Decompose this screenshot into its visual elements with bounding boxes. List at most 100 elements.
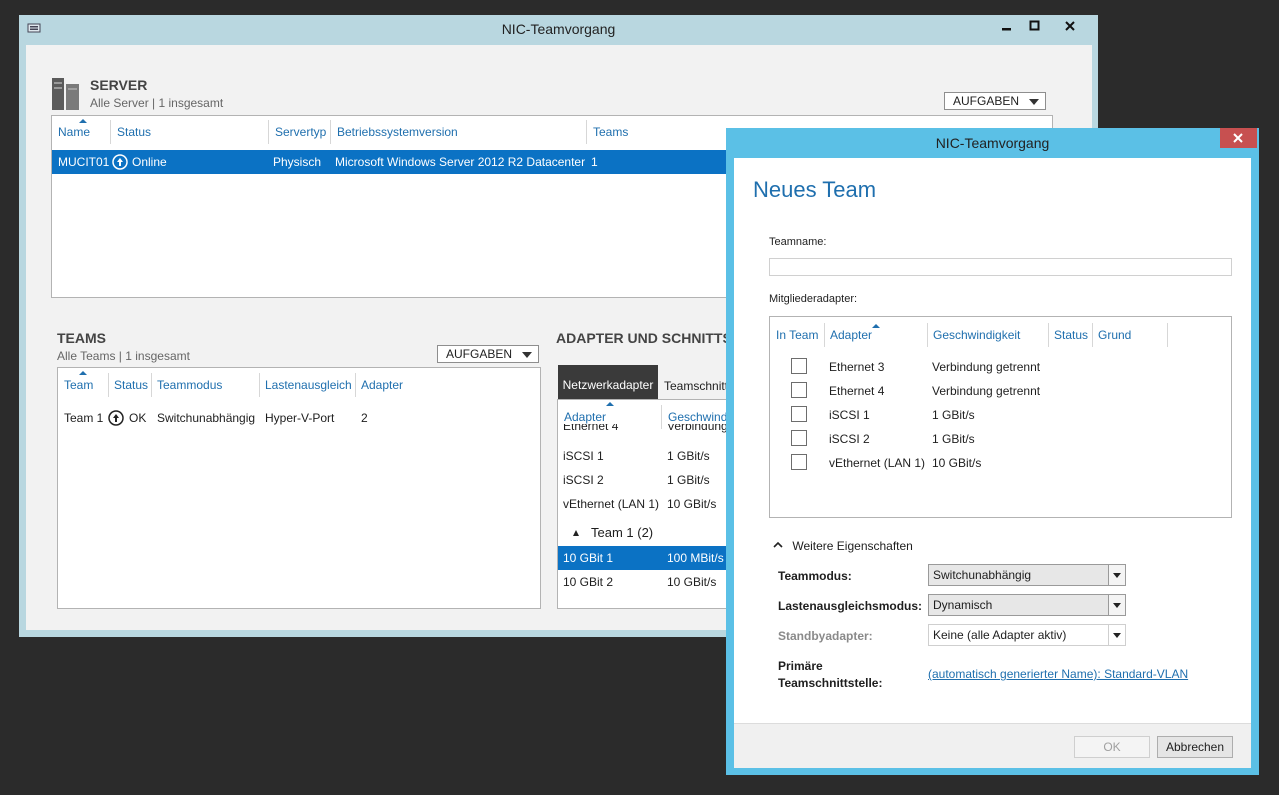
member-row[interactable]: vEthernet (LAN 1) 10 GBit/s — [770, 451, 1231, 475]
adapter-row[interactable]: iSCSI 2 1 GBit/s — [558, 470, 738, 490]
col-header-grund[interactable]: Grund — [1092, 323, 1169, 347]
adapter-name: vEthernet (LAN 1) — [563, 497, 660, 511]
member-row[interactable]: Ethernet 3 Verbindung getrennt — [770, 355, 1231, 379]
chevron-down-icon — [1108, 565, 1125, 585]
ok-status-icon — [108, 410, 124, 426]
standby-value: Keine (alle Adapter aktiv) — [933, 628, 1067, 642]
member-adapter: vEthernet (LAN 1) — [829, 456, 926, 470]
adapter-speed: 10 GBit/s — [667, 575, 717, 589]
col-header-adapter-name[interactable]: Adapter — [564, 410, 606, 424]
adapter-row[interactable]: Ethernet 4 Verbindung — [558, 424, 738, 436]
adapter-speed: Verbindung — [667, 424, 728, 433]
online-status-icon — [112, 154, 128, 170]
adapter-speed: 10 GBit/s — [667, 497, 717, 511]
chevron-down-icon — [1108, 625, 1125, 645]
col-header-os[interactable]: Betriebssystemversion — [330, 120, 458, 144]
col-header-lastenausgleich[interactable]: Lastenausgleich — [259, 373, 352, 397]
member-row[interactable]: iSCSI 2 1 GBit/s — [770, 427, 1231, 451]
member-speed: 10 GBit/s — [932, 456, 982, 470]
server-tasks-dropdown[interactable]: AUFGABEN — [944, 92, 1046, 110]
primary-interface-link[interactable]: (automatisch generierter Name): Standard… — [928, 667, 1188, 681]
dialog-footer: OK Abbrechen — [734, 723, 1251, 768]
server-heading: SERVER — [90, 77, 148, 93]
collapse-triangle-icon — [573, 530, 579, 536]
maximize-icon — [1029, 20, 1040, 31]
minimize-icon — [1002, 28, 1011, 31]
col-header-member-status[interactable]: Status — [1048, 323, 1088, 347]
teams-heading: TEAMS — [57, 330, 106, 346]
col-header-in-team[interactable]: In Team — [776, 328, 818, 342]
window-title: NIC-Teamvorgang — [501, 21, 616, 37]
sort-ascending-icon — [606, 402, 614, 406]
member-checkbox[interactable] — [791, 406, 807, 422]
adapter-row[interactable]: vEthernet (LAN 1) 10 GBit/s — [558, 494, 738, 514]
member-checkbox[interactable] — [791, 358, 807, 374]
member-speed: 1 GBit/s — [932, 408, 975, 422]
col-header-status[interactable]: Status — [110, 120, 151, 144]
chevron-up-icon — [773, 541, 783, 548]
server-icon — [52, 78, 80, 110]
standby-label: Standbyadapter: — [778, 629, 873, 643]
team-mode-label: Teammodus: — [778, 569, 852, 583]
adapter-row[interactable]: iSCSI 1 1 GBit/s — [558, 446, 738, 466]
server-status: Online — [132, 155, 167, 169]
dialog-close-button[interactable] — [1220, 128, 1257, 148]
load-balancing-select[interactable]: Dynamisch — [928, 594, 1126, 616]
standby-select[interactable]: Keine (alle Adapter aktiv) — [928, 624, 1126, 646]
col-header-name[interactable]: Name — [58, 125, 90, 139]
cancel-button[interactable]: Abbrechen — [1157, 736, 1233, 758]
member-adapter: Ethernet 4 — [829, 384, 885, 398]
dialog-heading: Neues Team — [753, 177, 877, 202]
member-checkbox[interactable] — [791, 430, 807, 446]
col-header-geschwindigkeit[interactable]: Geschwindigkeit — [927, 323, 1020, 347]
close-icon — [1233, 133, 1243, 143]
member-adapter: iSCSI 2 — [829, 432, 870, 446]
team-row[interactable]: Team 1 OK Switchunabhängig Hyper-V-Port … — [58, 406, 540, 430]
member-checkbox[interactable] — [791, 382, 807, 398]
member-speed: Verbindung getrennt — [932, 384, 1041, 398]
adapter-speed: 1 GBit/s — [667, 449, 710, 463]
close-button[interactable] — [1050, 15, 1090, 37]
col-header-team[interactable]: Team — [64, 378, 93, 392]
member-row[interactable]: iSCSI 1 1 GBit/s — [770, 403, 1231, 427]
maximize-button[interactable] — [1017, 15, 1053, 37]
sort-ascending-icon — [79, 371, 87, 375]
team-balancing: Hyper-V-Port — [265, 411, 335, 425]
member-speed: 1 GBit/s — [932, 432, 975, 446]
more-properties-toggle[interactable]: Weitere Eigenschaften — [773, 539, 913, 557]
ok-button[interactable]: OK — [1074, 736, 1150, 758]
col-header-servertyp[interactable]: Servertyp — [268, 120, 326, 144]
col-header-teammodus[interactable]: Teammodus — [151, 373, 222, 397]
members-table: In Team Adapter Geschwindigkeit Status G… — [769, 316, 1232, 518]
col-header-teams[interactable]: Teams — [586, 120, 628, 144]
team-adapter-count: 2 — [361, 411, 368, 425]
adapter-row[interactable]: 10 GBit 2 10 GBit/s — [558, 570, 738, 594]
adapters-table: Adapter Geschwind Ethernet 4 Verbindung … — [557, 399, 739, 609]
close-icon — [1065, 21, 1075, 31]
chevron-down-icon — [1029, 99, 1039, 105]
adapter-row-selected[interactable]: 10 GBit 1 100 MBit/s — [558, 546, 738, 570]
tab-netzwerkadapter[interactable]: Netzwerkadapter — [558, 365, 658, 399]
teamname-input[interactable] — [769, 258, 1232, 276]
team-mode: Switchunabhängig — [157, 411, 256, 425]
col-header-member-adapter[interactable]: Adapter — [824, 323, 872, 347]
teams-tasks-dropdown[interactable]: AUFGABEN — [437, 345, 539, 363]
new-team-dialog: NIC-Teamvorgang Neues Team Teamname: Mit… — [726, 128, 1259, 775]
member-row[interactable]: Ethernet 4 Verbindung getrennt — [770, 379, 1231, 403]
teams-tasks-label: AUFGABEN — [446, 347, 513, 361]
col-header-team-status[interactable]: Status — [108, 373, 148, 397]
teams-subtitle: Alle Teams | 1 insgesamt — [57, 349, 190, 363]
teams-table: Team Status Teammodus Lastenausgleich Ad… — [57, 367, 541, 609]
tab-teamschnittstellen[interactable]: Teamschnitt — [664, 379, 728, 393]
team-name: Team 1 — [64, 411, 104, 425]
server-name: MUCIT01 — [58, 155, 110, 169]
adapter-speed: 1 GBit/s — [667, 473, 710, 487]
team-mode-select[interactable]: Switchunabhängig — [928, 564, 1126, 586]
more-properties-label: Weitere Eigenschaften — [792, 539, 913, 553]
team-group-header[interactable]: Team 1 (2) — [558, 522, 738, 544]
sort-ascending-icon — [872, 324, 880, 328]
server-row-selected[interactable]: MUCIT01 Online Physisch Microsoft Window… — [52, 150, 732, 174]
dialog-client-area: Neues Team Teamname: Mitgliederadapter: … — [734, 158, 1251, 723]
col-header-adapter[interactable]: Adapter — [355, 373, 403, 397]
member-checkbox[interactable] — [791, 454, 807, 470]
